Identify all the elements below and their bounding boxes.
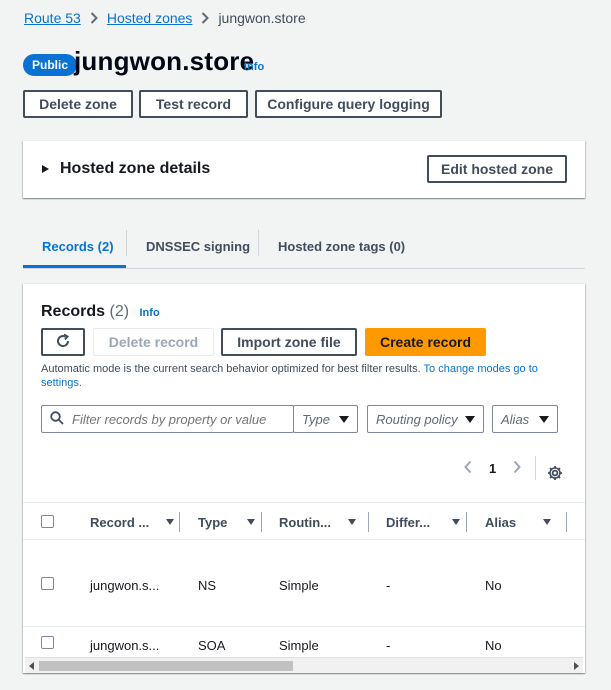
active-tab-indicator [23,265,126,268]
column-separator[interactable] [566,512,567,532]
public-badge: Public [23,54,78,76]
records-info-link[interactable]: Info [140,307,160,319]
column-label: Type [198,514,228,530]
pagination: 1 [463,460,522,477]
records-count: (2) [109,303,130,320]
tab-dnssec-signing[interactable]: DNSSEC signing [146,223,250,269]
routing-policy-select[interactable]: Routing policy [367,405,484,433]
caret-down-icon [539,415,549,423]
alias-select[interactable]: Alias [492,405,558,433]
tab-records[interactable]: Records (2) [42,223,114,269]
scroll-right-arrow-icon[interactable] [574,662,579,670]
records-title-text: Records [41,303,106,320]
settings-gear-icon[interactable] [547,465,563,484]
alias-cell: No [485,578,502,593]
column-header-alias[interactable]: Alias [485,503,557,541]
info-link[interactable]: Info [244,61,264,73]
caret-down-icon [465,415,475,423]
type-select[interactable]: Type [293,405,358,433]
hosted-zone-details-title[interactable]: Hosted zone details [60,160,210,178]
breadcrumb-hosted-zones[interactable]: Hosted zones [107,10,193,26]
breadcrumb: Route 53 Hosted zones jungwon.store [24,9,306,27]
table-row[interactable]: jungwon.s... NS Simple - No [23,540,585,627]
column-separator[interactable] [179,512,180,532]
type-select-label: Type [302,411,330,427]
sort-caret-icon [348,519,356,525]
column-header-routing-policy[interactable]: Routin... [279,503,362,541]
configure-query-logging-button[interactable]: Configure query logging [255,90,442,118]
chevron-right-icon[interactable] [512,460,522,477]
breadcrumb-route53[interactable]: Route 53 [24,10,81,26]
column-label: Alias [485,514,517,530]
column-separator[interactable] [368,512,369,532]
horizontal-scrollbar[interactable] [25,657,583,673]
records-title: Records (2) Info [41,303,160,321]
record-name-cell[interactable]: jungwon.s... [90,638,159,653]
pager-divider [535,456,536,480]
delete-record-button[interactable]: Delete record [93,328,214,356]
edit-hosted-zone-button[interactable]: Edit hosted zone [427,155,567,183]
filter-records-input[interactable] [72,411,282,427]
test-record-button[interactable]: Test record [139,90,248,118]
routing-policy-select-label: Routing policy [376,411,458,427]
tab-divider [258,230,259,256]
record-name-cell[interactable]: jungwon.s... [90,578,159,593]
chevron-right-icon [201,12,210,24]
alias-select-label: Alias [501,411,530,427]
record-type-cell: NS [198,578,217,593]
breadcrumb-current: jungwon.store [218,10,306,26]
search-mode-hint: Automatic mode is the current search beh… [41,362,561,390]
column-header-type[interactable]: Type [198,503,261,541]
routing-policy-cell: Simple [279,638,319,653]
filter-records-field[interactable] [41,405,294,433]
column-label: Routin... [279,514,331,530]
row-checkbox[interactable] [41,636,54,649]
chevron-left-icon[interactable] [463,460,473,477]
hosted-zone-details-panel: Hosted zone details Edit hosted zone [23,140,585,198]
records-panel: Records (2) Info Delete record Import zo… [23,283,585,673]
column-label: Record ... [90,514,150,530]
search-icon [50,410,64,428]
column-separator[interactable] [261,512,262,532]
create-record-button[interactable]: Create record [365,328,486,356]
tab-divider [126,230,127,256]
import-zone-file-button[interactable]: Import zone file [221,328,357,356]
delete-zone-button[interactable]: Delete zone [23,90,133,118]
scrollbar-thumb[interactable] [39,661,293,671]
expand-caret-icon[interactable] [42,165,49,173]
caret-down-icon [339,415,349,423]
row-checkbox[interactable] [41,577,54,590]
routing-policy-cell: Simple [279,578,319,593]
column-header-record-name[interactable]: Record ... [90,503,180,541]
chevron-right-icon [90,12,98,24]
record-type-cell: SOA [198,638,226,653]
page-title: jungwon.store [74,46,255,76]
column-header-differentiator[interactable]: Differ... [386,503,466,541]
sort-caret-icon [543,519,551,525]
column-separator[interactable] [466,512,467,532]
alias-cell: No [485,638,502,653]
hint-text: Automatic mode is the current search beh… [41,363,424,375]
select-all-checkbox[interactable] [41,515,54,528]
page-number[interactable]: 1 [489,461,496,476]
column-label: Differ... [386,514,431,530]
sort-caret-icon [452,519,460,525]
tab-hosted-zone-tags[interactable]: Hosted zone tags (0) [278,223,405,269]
differentiator-cell: - [386,578,391,593]
sort-caret-icon [247,519,255,525]
refresh-icon [55,333,71,352]
refresh-button[interactable] [41,328,85,356]
scroll-left-arrow-icon[interactable] [29,662,34,670]
records-table-header: Record ... Type Routin... Differ... Alia… [23,502,585,540]
sort-caret-icon [166,519,174,525]
tabs: Records (2) DNSSEC signing Hosted zone t… [23,223,585,269]
differentiator-cell: - [386,638,391,653]
